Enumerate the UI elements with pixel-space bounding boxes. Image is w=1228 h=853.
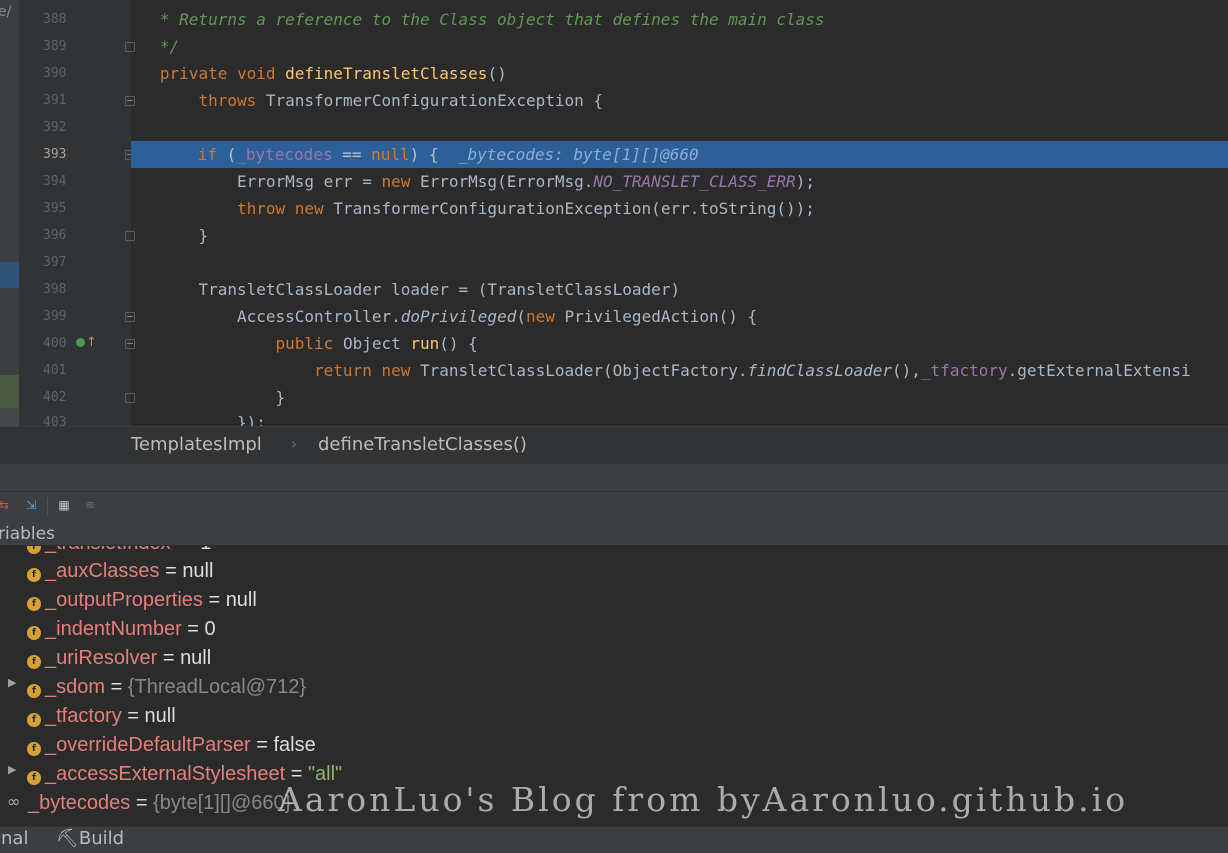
line-number: 397 bbox=[43, 255, 67, 270]
field-icon: f bbox=[27, 626, 41, 640]
chevron-right-icon: › bbox=[291, 435, 297, 453]
field-icon: f bbox=[27, 655, 41, 669]
code-line-395: throw new TransformerConfigurationExcept… bbox=[236, 199, 815, 218]
code-line-396: } bbox=[198, 226, 209, 245]
expand-triangle-icon[interactable]: ▶ bbox=[8, 763, 18, 776]
code-line-401: return new TransletClassLoader(ObjectFac… bbox=[314, 361, 1191, 380]
line-number: 390 bbox=[43, 66, 67, 81]
field-icon: f bbox=[27, 597, 41, 611]
table-icon[interactable]: ▦ bbox=[57, 498, 71, 512]
code-line-394: ErrorMsg err = new ErrorMsg(ErrorMsg.NO_… bbox=[236, 172, 815, 191]
line-number: 400 bbox=[43, 336, 67, 351]
code-line-402: } bbox=[275, 388, 286, 407]
restore-layout-icon[interactable]: ⇆ bbox=[0, 498, 11, 512]
code-line-399: AccessController.doPrivileged(new Privil… bbox=[236, 307, 758, 326]
editor-gutter[interactable]: 388 389 390 391 392 393 394 395 396 397 … bbox=[19, 0, 135, 426]
line-number: 403 bbox=[43, 415, 67, 426]
line-number: 399 bbox=[43, 309, 67, 324]
field-icon: f bbox=[27, 713, 41, 727]
force-step-into-icon[interactable]: ⇲ bbox=[24, 498, 38, 512]
line-number: 389 bbox=[43, 39, 67, 54]
tool-window-bar: inal ⛏Build bbox=[0, 826, 1228, 853]
code-editor[interactable]: * Returns a reference to the Class objec… bbox=[131, 0, 1228, 426]
line-number: 395 bbox=[43, 201, 67, 216]
line-number: 391 bbox=[43, 93, 67, 108]
breadcrumb-method[interactable]: defineTransletClasses() bbox=[318, 434, 527, 455]
line-number: 398 bbox=[43, 282, 67, 297]
debug-panel-header bbox=[0, 464, 1228, 491]
line-number: 394 bbox=[43, 174, 67, 189]
project-tab-label[interactable]: e/ bbox=[0, 4, 11, 20]
override-circle-icon bbox=[76, 338, 85, 347]
field-icon: f bbox=[27, 684, 41, 698]
field-icon: f bbox=[27, 771, 41, 785]
line-number: 401 bbox=[43, 363, 67, 378]
settings-icon[interactable]: ≋ bbox=[83, 498, 97, 512]
blog-watermark: AaronLuo's Blog from byAaronluo.github.i… bbox=[278, 780, 1129, 819]
field-icon: f bbox=[27, 742, 41, 756]
strip-selection-marker bbox=[0, 262, 19, 288]
toolbar-divider bbox=[47, 497, 48, 515]
code-line-390: private void defineTransletClasses() bbox=[159, 64, 507, 83]
line-number: 392 bbox=[43, 120, 67, 135]
line-number-current: 393 bbox=[43, 147, 67, 162]
code-line-400: public Object run() { bbox=[275, 334, 478, 353]
field-icon: f bbox=[27, 546, 41, 554]
project-tool-strip: e/ bbox=[0, 0, 19, 430]
line-number: 388 bbox=[43, 12, 67, 27]
debug-toolbar: ⇆ ⇲ ▦ ≋ bbox=[0, 491, 1228, 521]
override-method-icon[interactable]: ↑ bbox=[76, 335, 97, 351]
code-line-391: throws TransformerConfigurationException… bbox=[198, 91, 604, 110]
breadcrumb-class[interactable]: TemplatesImpl bbox=[131, 434, 262, 455]
line-number: 396 bbox=[43, 228, 67, 243]
code-line-393-highlighted: if (_bytecodes == null) { _bytecodes: by… bbox=[131, 141, 1228, 168]
code-line-403: }); bbox=[236, 413, 266, 426]
watch-infinity-icon: ∞ bbox=[7, 792, 21, 811]
field-icon: f bbox=[27, 568, 41, 582]
code-line-388: * Returns a reference to the Class objec… bbox=[131, 10, 825, 29]
variables-header: riables bbox=[0, 520, 1228, 546]
terminal-tab[interactable]: inal bbox=[0, 828, 28, 849]
code-line-398: TransletClassLoader loader = (TransletCl… bbox=[198, 280, 681, 299]
build-tab[interactable]: ⛏Build bbox=[56, 828, 124, 849]
inline-debug-value: _bytecodes: byte[1][]@660 bbox=[457, 145, 699, 164]
build-icon: ⛏ bbox=[56, 828, 79, 849]
override-arrow-icon: ↑ bbox=[86, 335, 97, 350]
expand-triangle-icon[interactable]: ▶ bbox=[8, 676, 18, 689]
variables-title: riables bbox=[0, 524, 55, 544]
code-line-389: */ bbox=[131, 37, 180, 56]
strip-marker bbox=[0, 375, 19, 408]
breadcrumb: TemplatesImpl › defineTransletClasses() bbox=[0, 426, 1228, 465]
line-number: 402 bbox=[43, 390, 67, 405]
